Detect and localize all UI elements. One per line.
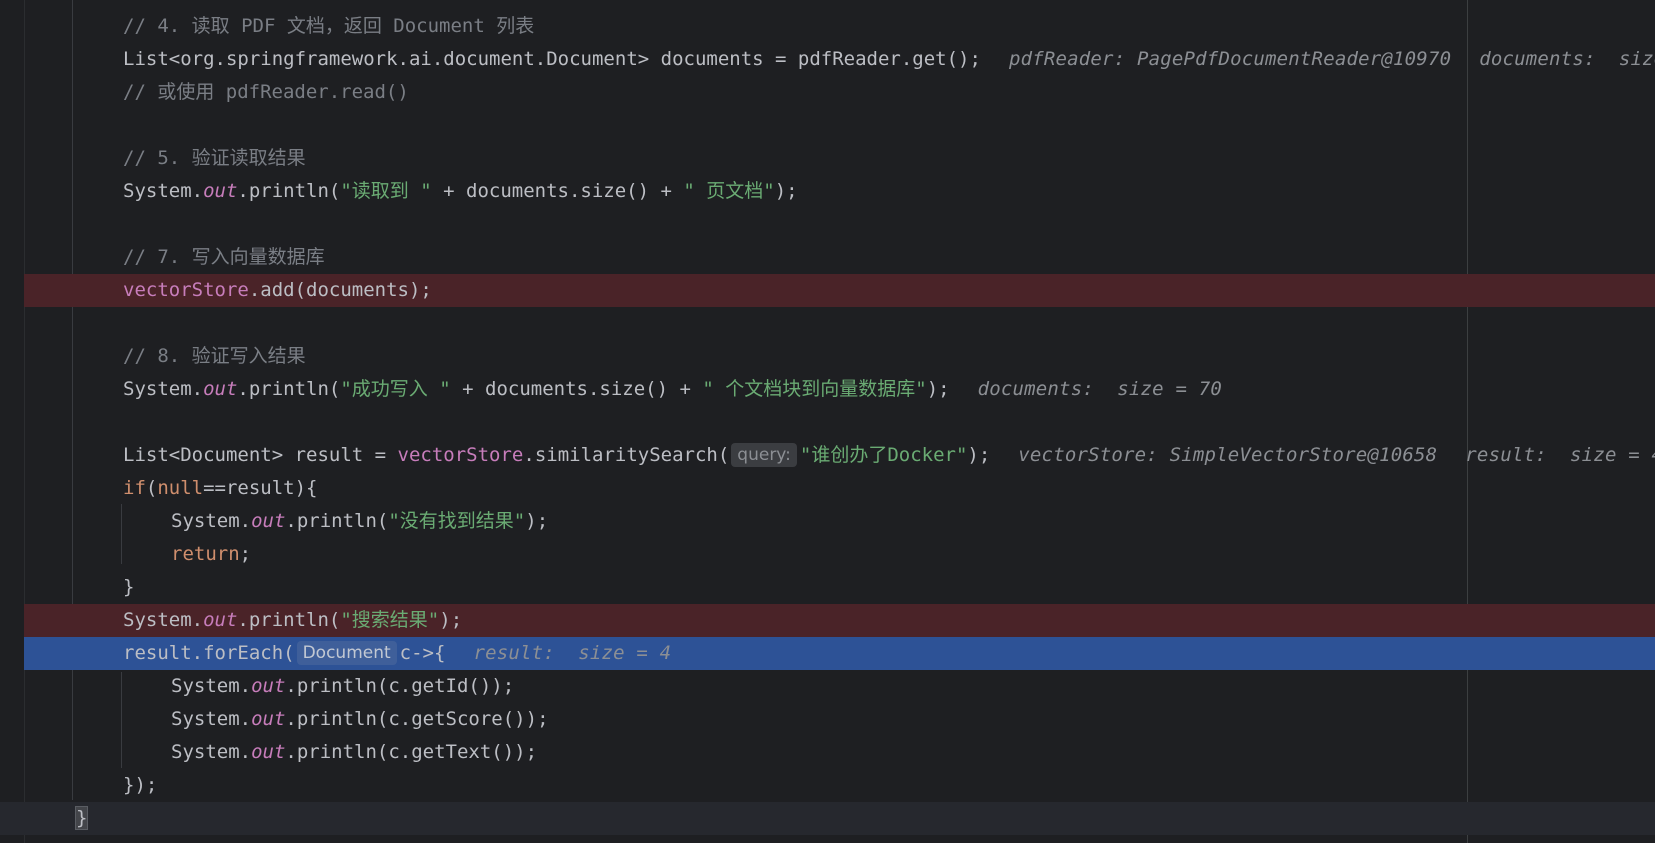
code-line[interactable]: // 或使用 pdfReader.read() bbox=[24, 76, 1655, 109]
code-line[interactable]: System.out.println("读取到 " + documents.si… bbox=[24, 175, 1655, 208]
string-literal: " 页文档" bbox=[683, 180, 775, 202]
code-text: ); bbox=[967, 444, 991, 466]
parameter-hint[interactable]: query: bbox=[731, 443, 797, 467]
code-line[interactable]: // 4. 读取 PDF 文档，返回 Document 列表 bbox=[24, 10, 1655, 43]
code-line[interactable]: System.out.println("成功写入 " + documents.s… bbox=[24, 373, 1655, 406]
code-text: ( bbox=[145, 477, 158, 499]
keyword: if bbox=[123, 477, 146, 499]
breakpoint-line[interactable]: System.out.println("搜索结果"); bbox=[24, 604, 1655, 637]
code-text: .println(c.getText()); bbox=[285, 741, 538, 763]
code-line[interactable]: // 8. 验证写入结果 bbox=[24, 340, 1655, 373]
string-literal: "读取到 " bbox=[340, 180, 432, 202]
debug-inline-value: vectorStore: SimpleVectorStore@10658 bbox=[1018, 444, 1438, 466]
static-field: out bbox=[251, 510, 286, 532]
code-text: .println( bbox=[237, 378, 341, 400]
code-text: System. bbox=[171, 510, 252, 532]
string-literal: "成功写入 " bbox=[340, 378, 451, 400]
code-text: .similaritySearch( bbox=[523, 444, 730, 466]
code-text: ); bbox=[774, 180, 798, 202]
static-field: out bbox=[203, 180, 238, 202]
code-comment: // 5. 验证读取结果 bbox=[123, 147, 306, 169]
code-comment: // 8. 验证写入结果 bbox=[123, 345, 306, 367]
code-text: .println( bbox=[237, 180, 341, 202]
static-field: out bbox=[203, 609, 238, 631]
code-text: c->{ bbox=[399, 642, 446, 664]
current-execution-line[interactable]: result.forEach(Document c->{ result: size … bbox=[24, 637, 1655, 670]
code-text: System. bbox=[171, 675, 252, 697]
breakpoint-line[interactable]: vectorStore.add(documents); bbox=[24, 274, 1655, 307]
code-text: + documents.size() + bbox=[450, 378, 703, 400]
code-text: + documents.size() + bbox=[431, 180, 684, 202]
keyword: return bbox=[171, 543, 240, 565]
code-text: }); bbox=[123, 774, 158, 796]
code-text: .println( bbox=[285, 510, 389, 532]
code-text: .println(c.getId()); bbox=[285, 675, 515, 697]
code-text: ==result){ bbox=[203, 477, 318, 499]
code-text: System. bbox=[123, 609, 204, 631]
code-text: System. bbox=[171, 741, 252, 763]
code-text: .println( bbox=[237, 609, 341, 631]
code-text: .println(c.getScore()); bbox=[285, 708, 549, 730]
debug-inline-value: result: size = 4 bbox=[473, 642, 672, 664]
type-hint[interactable]: Document bbox=[296, 641, 397, 665]
static-field: out bbox=[251, 741, 286, 763]
code-comment: // 4. 读取 PDF 文档，返回 Document 列表 bbox=[123, 15, 535, 37]
code-line[interactable]: System.out.println(c.getScore()); bbox=[24, 703, 1655, 736]
code-text: } bbox=[123, 576, 135, 598]
code-line[interactable]: System.out.println(c.getText()); bbox=[24, 736, 1655, 769]
code-text: .add(documents); bbox=[248, 279, 432, 301]
code-line[interactable]: // 7. 写入向量数据库 bbox=[24, 241, 1655, 274]
debug-inline-value: documents: size = 70 bbox=[1479, 48, 1655, 70]
field-reference: vectorStore bbox=[123, 279, 249, 301]
debug-inline-value: pdfReader: PagePdfDocumentReader@10970 bbox=[1008, 48, 1452, 70]
matched-brace: } bbox=[74, 806, 89, 830]
debug-inline-value: documents: size = 70 bbox=[977, 378, 1222, 400]
keyword: null bbox=[157, 477, 204, 499]
code-line[interactable]: }); bbox=[24, 769, 1655, 802]
static-field: out bbox=[203, 378, 238, 400]
debug-inline-value: result: size = 4 bbox=[1465, 444, 1655, 466]
code-line[interactable]: // 5. 验证读取结果 bbox=[24, 142, 1655, 175]
code-comment: // 7. 写入向量数据库 bbox=[123, 246, 325, 268]
string-literal: "搜索结果" bbox=[340, 609, 440, 631]
code-editor[interactable]: // 4. 读取 PDF 文档，返回 Document 列表 List<org.… bbox=[0, 0, 1655, 843]
code-line[interactable]: } bbox=[24, 571, 1655, 604]
code-line[interactable]: System.out.println("没有找到结果"); bbox=[24, 505, 1655, 538]
code-line[interactable]: System.out.println(c.getId()); bbox=[24, 670, 1655, 703]
code-line[interactable]: return; bbox=[24, 538, 1655, 571]
code-text: System. bbox=[171, 708, 252, 730]
field-reference: vectorStore bbox=[397, 444, 524, 466]
static-field: out bbox=[251, 708, 286, 730]
code-line[interactable]: if(null==result){ bbox=[24, 472, 1655, 505]
string-literal: "谁创办了Docker" bbox=[799, 444, 968, 466]
code-comment: // 或使用 pdfReader.read() bbox=[123, 81, 409, 103]
caret-line[interactable]: } bbox=[0, 802, 1655, 835]
code-text: ; bbox=[239, 543, 252, 565]
code-line[interactable]: List<org.springframework.ai.document.Doc… bbox=[24, 43, 1655, 76]
code-text: ); bbox=[926, 378, 950, 400]
code-text: ); bbox=[439, 609, 463, 631]
code-text: System. bbox=[123, 378, 204, 400]
code-text: System. bbox=[123, 180, 204, 202]
code-text: List<org.springframework.ai.document.Doc… bbox=[123, 48, 981, 70]
code-text: result.forEach( bbox=[123, 642, 295, 664]
code-line[interactable]: List<Document> result = vectorStore.simi… bbox=[24, 439, 1655, 472]
static-field: out bbox=[251, 675, 286, 697]
code-text: List<Document> result = bbox=[123, 444, 398, 466]
string-literal: " 个文档块到向量数据库" bbox=[702, 378, 927, 400]
string-literal: "没有找到结果" bbox=[388, 510, 526, 532]
code-text: ); bbox=[525, 510, 549, 532]
